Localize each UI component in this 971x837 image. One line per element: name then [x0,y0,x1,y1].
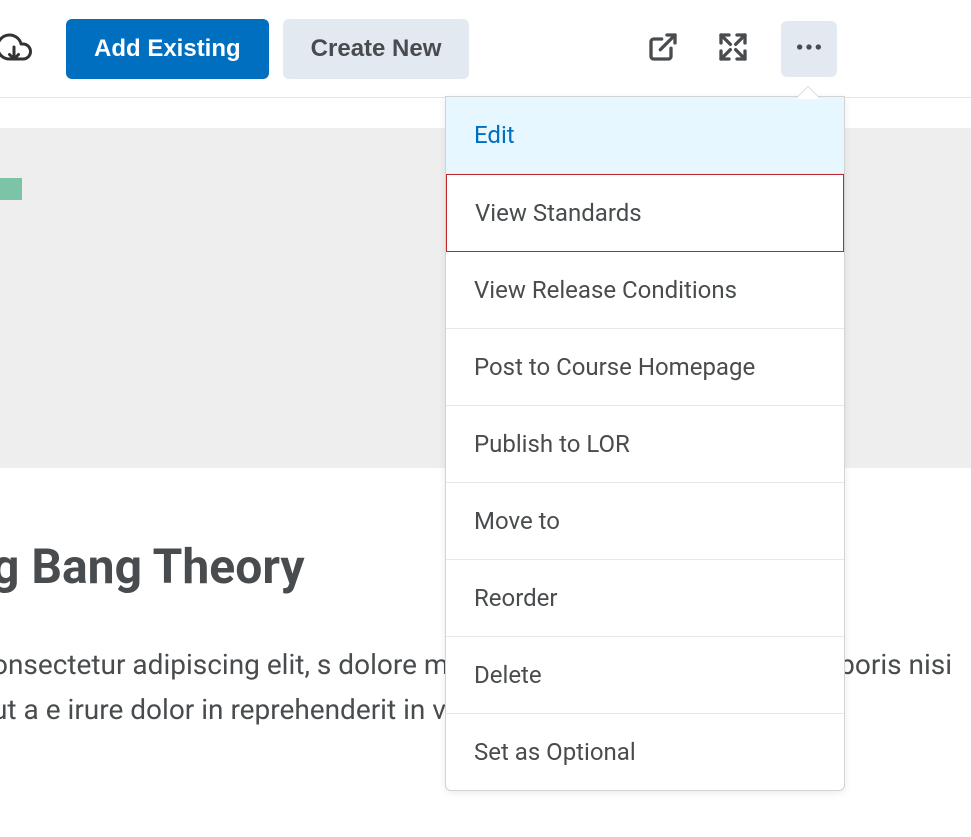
add-existing-label: Add Existing [94,35,241,63]
external-link-icon [647,31,679,66]
banner-accent [0,178,22,200]
menu-item-edit[interactable]: Edit [446,97,844,174]
open-external-button[interactable] [635,21,691,77]
cloud-download-icon [0,29,32,69]
menu-item-delete[interactable]: Delete [446,637,844,714]
menu-item-view-release-conditions[interactable]: View Release Conditions [446,252,844,329]
more-actions-button[interactable] [781,21,837,77]
menu-item-label: Edit [474,121,515,149]
more-actions-menu: Edit View Standards View Release Conditi… [445,96,845,791]
menu-item-label: Publish to LOR [474,430,630,458]
menu-item-set-as-optional[interactable]: Set as Optional [446,714,844,790]
menu-item-label: Move to [474,507,560,535]
menu-item-reorder[interactable]: Reorder [446,560,844,637]
menu-item-label: Reorder [474,584,558,612]
menu-item-view-standards[interactable]: View Standards [446,174,844,252]
menu-item-post-to-course-homepage[interactable]: Post to Course Homepage [446,329,844,406]
create-new-button[interactable]: Create New [283,19,470,79]
menu-item-publish-to-lor[interactable]: Publish to LOR [446,406,844,483]
menu-item-label: View Release Conditions [474,276,737,304]
menu-item-label: View Standards [475,199,642,227]
menu-item-move-to[interactable]: Move to [446,483,844,560]
toolbar: Add Existing Create New [0,0,971,98]
create-new-label: Create New [311,35,442,63]
fullscreen-button[interactable] [705,21,761,77]
menu-item-label: Delete [474,661,542,689]
dots-horizontal-icon [793,31,825,66]
maximize-icon [717,31,749,66]
add-existing-button[interactable]: Add Existing [66,19,269,79]
menu-item-label: Set as Optional [474,738,636,766]
menu-item-label: Post to Course Homepage [474,353,755,381]
